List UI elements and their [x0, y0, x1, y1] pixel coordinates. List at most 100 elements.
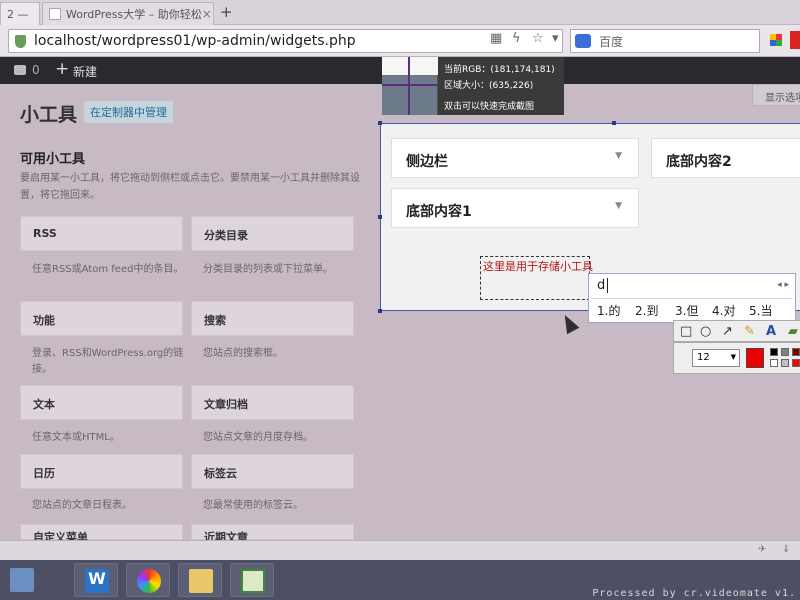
color-swatch[interactable]	[792, 359, 800, 367]
browser-status-bar: ✈ ⇓	[0, 540, 800, 560]
selection-handle[interactable]	[378, 121, 382, 125]
search-engine-icon	[575, 34, 591, 48]
new-content-link[interactable]: 新建	[73, 63, 97, 80]
widget-text[interactable]: 文本	[20, 385, 183, 420]
ime-candidate[interactable]: 4.对	[712, 302, 735, 319]
chevron-down-icon: ▼	[730, 353, 736, 361]
screen-options-button[interactable]: 显示选项	[752, 84, 800, 106]
color-swatch[interactable]	[781, 348, 789, 356]
sidebar-toggle-arrow-icon[interactable]: ▼	[615, 151, 622, 161]
taskbar-computer-icon[interactable]	[0, 563, 44, 597]
widget-text-desc: 任意文本或HTML。	[32, 432, 120, 443]
selection-handle[interactable]	[378, 215, 382, 219]
capture-style-toolbar: 12 ▼	[673, 342, 800, 374]
widget-calendar-desc: 您站点的文章日程表。	[32, 500, 132, 511]
ime-candidate[interactable]: 1.的	[597, 302, 620, 319]
color-swatch[interactable]	[770, 348, 778, 356]
tab-current-label: 2 —	[7, 7, 29, 21]
selection-handle[interactable]	[378, 309, 382, 313]
widget-categories[interactable]: 分类目录	[191, 216, 354, 251]
current-color-swatch[interactable]	[746, 348, 764, 368]
apps-icon[interactable]	[770, 34, 782, 46]
taskbar-file-explorer-icon[interactable]	[178, 563, 222, 597]
color-swatch[interactable]	[781, 359, 789, 367]
page-title: 小工具	[20, 104, 78, 126]
search-engine-label: 百度	[599, 34, 624, 49]
sidebar-area-footer-2[interactable]: 底部内容2	[651, 138, 800, 178]
ellipse-tool-icon[interactable]: ○	[700, 324, 711, 339]
available-widgets-description: 要启用某一小工具，将它拖动到侧栏或点击它。要禁用某一小工具并删除其设置，将它拖回…	[20, 173, 360, 201]
ime-candidate[interactable]: 2.到	[635, 302, 658, 319]
sidebar-area-sidebar-title: 侧边栏	[406, 154, 448, 170]
save-tool-icon[interactable]: ▰	[788, 324, 798, 339]
browser-tab-strip: 2 — WordPress大学 – 助你轻松 × +	[0, 0, 800, 25]
windows-taskbar: W Processed by cr.videomate v1.	[0, 560, 800, 600]
url-text: localhost/wordpress01/wp-admin/widgets.p…	[34, 33, 356, 49]
widget-recent-posts[interactable]: 近期文章	[191, 524, 354, 544]
text-tool-icon[interactable]: A	[766, 324, 776, 339]
tab-wordpress-daxue[interactable]: WordPress大学 – 助你轻松 ×	[42, 2, 214, 25]
manage-in-customizer-button[interactable]: 在定制器中管理	[84, 101, 173, 123]
magnifier-hint: 双击可以快速完成截图	[444, 102, 535, 112]
tab-current[interactable]: 2 —	[0, 2, 40, 25]
rectangle-tool-icon[interactable]: □	[680, 324, 692, 339]
color-swatch[interactable]	[792, 348, 800, 356]
text-annotation[interactable]: 这里是用于存储小工具	[483, 258, 593, 274]
plus-icon[interactable]: +	[55, 59, 69, 79]
tab-wordpress-daxue-label: WordPress大学 – 助你轻松	[66, 8, 202, 21]
pin-icon[interactable]: ✈	[758, 544, 766, 555]
address-bar-row: localhost/wordpress01/wp-admin/widgets.p…	[0, 25, 800, 57]
tab-close-icon[interactable]: ×	[202, 7, 212, 21]
sidebar-toggle-arrow-icon[interactable]: ▼	[615, 201, 622, 211]
qr-code-icon[interactable]: ▦	[490, 31, 502, 46]
widget-archives[interactable]: 文章归档	[191, 385, 354, 420]
arrow-tool-icon[interactable]: ↗	[722, 324, 733, 339]
ime-page-arrows-icon[interactable]: ◂ ▸	[777, 280, 789, 290]
page-favicon-icon	[49, 8, 61, 20]
bookmark-star-icon[interactable]: ☆	[532, 31, 544, 46]
shield-icon	[15, 34, 26, 48]
ime-candidate[interactable]: 3.但	[675, 302, 698, 319]
widget-calendar[interactable]: 日历	[20, 454, 183, 489]
capture-toolbar: □ ○ ↗ ✎ A ▰	[673, 320, 800, 342]
new-tab-button[interactable]: +	[220, 3, 233, 21]
font-size-select[interactable]: 12 ▼	[692, 349, 740, 367]
widget-custom-menu[interactable]: 自定义菜单	[20, 524, 183, 544]
sidebar-area-sidebar[interactable]: 侧边栏 ▼	[391, 138, 639, 178]
widget-search[interactable]: 搜索	[191, 301, 354, 336]
sidebar-area-footer-2-title: 底部内容2	[666, 154, 732, 170]
extension-icon[interactable]	[790, 31, 800, 49]
widget-tag-cloud-desc: 您最常使用的标签云。	[203, 500, 303, 511]
capture-magnifier: 当前RGB：(181,174,181) 区域大小：(635,226) 双击可以快…	[382, 57, 564, 115]
magnifier-size-readout: 区域大小：(635,226)	[444, 81, 534, 91]
comment-icon[interactable]	[14, 65, 26, 75]
ime-candidate[interactable]: 5.当	[749, 302, 772, 319]
widget-rss-desc: 任意RSS或Atom feed中的条目。	[32, 264, 184, 275]
available-widgets-title: 可用小工具	[20, 152, 86, 167]
widget-search-desc: 您站点的搜索框。	[203, 348, 283, 359]
magnifier-preview	[382, 57, 438, 115]
comment-count[interactable]: 0	[32, 63, 40, 77]
taskbar-camtasia-icon[interactable]	[230, 563, 274, 597]
taskbar-wps-writer-icon[interactable]: W	[74, 563, 118, 597]
widget-categories-desc: 分类目录的列表或下拉菜单。	[203, 264, 333, 275]
widget-meta[interactable]: 功能	[20, 301, 183, 336]
download-icon[interactable]: ⇓	[782, 544, 790, 555]
selection-handle[interactable]	[612, 121, 616, 125]
video-watermark: Processed by cr.videomate v1.	[592, 588, 796, 599]
taskbar-color-app-icon[interactable]	[126, 563, 170, 597]
sidebar-area-footer-1-title: 底部内容1	[406, 204, 472, 220]
lightning-icon[interactable]: ϟ	[512, 31, 521, 46]
widget-tag-cloud[interactable]: 标签云	[191, 454, 354, 489]
sidebar-area-footer-1[interactable]: 底部内容1 ▼	[391, 188, 639, 228]
brush-tool-icon[interactable]: ✎	[744, 324, 755, 339]
widget-meta-desc: 登录、RSS和WordPress.org的链接。	[32, 348, 184, 375]
color-swatch[interactable]	[770, 359, 778, 367]
search-engine-field[interactable]: 百度	[570, 29, 760, 53]
widget-rss[interactable]: RSS	[20, 216, 183, 251]
widget-archives-desc: 您站点文章的月度存档。	[203, 432, 313, 443]
dropdown-chevron-icon[interactable]: ▾	[552, 31, 559, 46]
ime-composition-text: d	[597, 278, 609, 293]
url-field[interactable]: localhost/wordpress01/wp-admin/widgets.p…	[8, 29, 563, 53]
ime-candidate-window: d ◂ ▸ 1.的 2.到 3.但 4.对 5.当	[588, 273, 796, 323]
